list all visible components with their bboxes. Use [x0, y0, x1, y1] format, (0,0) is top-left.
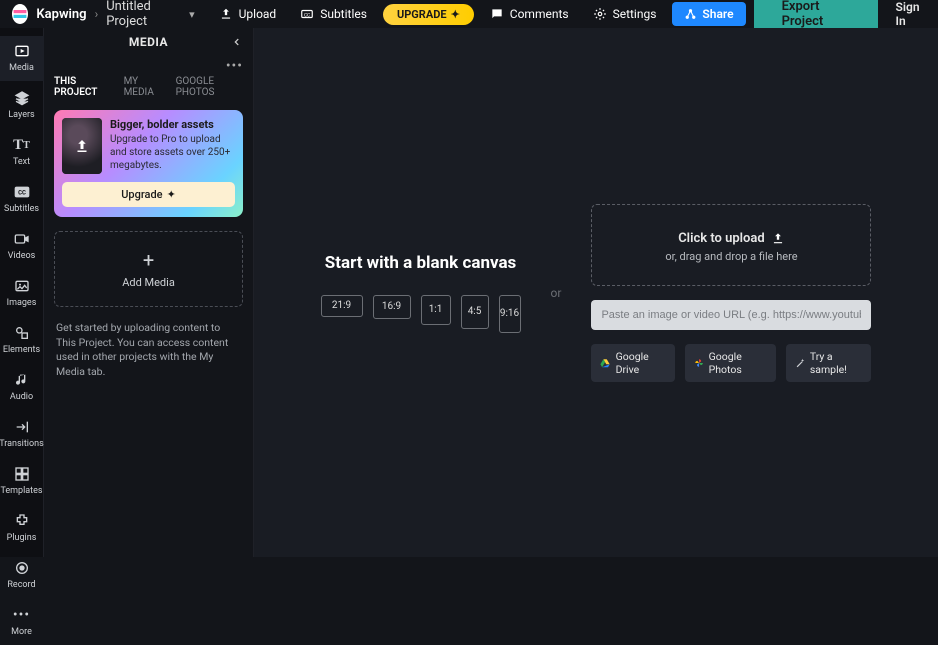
sign-in-link[interactable]: Sign In [896, 0, 926, 28]
rail-transitions[interactable]: Transitions [0, 412, 44, 457]
ratio-1-1[interactable]: 1:1 [421, 295, 451, 325]
tool-rail: Media Layers TT Text CC Subtitles Videos… [0, 28, 44, 557]
google-photos-icon [694, 357, 704, 369]
share-icon [684, 8, 697, 21]
settings-button[interactable]: Settings [585, 3, 665, 25]
google-drive-button[interactable]: Google Drive [591, 344, 674, 382]
promo-upgrade-button[interactable]: Upgrade ✦ [62, 182, 235, 207]
or-separator: or [551, 286, 562, 300]
ratio-4-5[interactable]: 4:5 [461, 295, 489, 329]
videos-icon [13, 230, 31, 248]
promo-title: Bigger, bolder assets [110, 118, 235, 131]
breadcrumb-separator: › [95, 7, 99, 21]
upgrade-promo-card: Bigger, bolder assets Upgrade to Pro to … [54, 110, 243, 217]
dropzone-subtitle: or, drag and drop a file here [600, 250, 862, 263]
transitions-icon [13, 418, 31, 436]
rail-media[interactable]: Media [0, 36, 44, 81]
sparkle-icon: ✦ [167, 188, 176, 201]
google-photos-button[interactable]: Google Photos [685, 344, 776, 382]
audio-icon [13, 371, 31, 389]
comments-button[interactable]: Comments [482, 3, 577, 25]
upload-icon [219, 7, 233, 21]
layers-icon [13, 89, 31, 107]
brand-name: Kapwing [36, 7, 86, 22]
upload-dropzone[interactable]: Click to upload or, drag and drop a file… [591, 204, 871, 286]
google-drive-icon [600, 357, 610, 369]
tab-this-project[interactable]: THIS PROJECT [54, 76, 112, 98]
blank-canvas-title: Start with a blank canvas [321, 253, 521, 273]
svg-text:CC: CC [18, 190, 26, 197]
upload-button[interactable]: Upload [211, 3, 285, 25]
kapwing-logo[interactable] [12, 4, 28, 24]
share-button[interactable]: Share [672, 2, 745, 26]
elements-icon [13, 324, 31, 342]
rail-more[interactable]: ••• More [0, 600, 44, 645]
plus-icon: + [143, 250, 154, 270]
sparkle-icon: ✦ [451, 8, 460, 21]
tab-my-media[interactable]: MY MEDIA [124, 76, 164, 98]
rail-text[interactable]: TT Text [0, 130, 44, 175]
rail-templates[interactable]: Templates [0, 459, 44, 504]
svg-text:CC: CC [304, 12, 310, 18]
chevron-left-icon [232, 37, 242, 47]
rail-subtitles[interactable]: CC Subtitles [0, 177, 44, 222]
upload-icon [771, 231, 785, 245]
subtitles-icon: CC [13, 183, 31, 201]
ratio-21-9[interactable]: 21:9 [321, 295, 363, 317]
rail-elements[interactable]: Elements [0, 318, 44, 363]
panel-more-button[interactable]: ••• [44, 56, 253, 76]
ratio-16-9[interactable]: 16:9 [373, 295, 411, 319]
project-menu-chevron-icon[interactable]: ▾ [189, 8, 195, 21]
rail-plugins[interactable]: Plugins [0, 506, 44, 551]
rail-audio[interactable]: Audio [0, 365, 44, 410]
url-input[interactable] [591, 300, 871, 330]
ratio-9-16[interactable]: 9:16 [499, 295, 521, 333]
collapse-panel-button[interactable] [227, 32, 247, 52]
upgrade-pill[interactable]: UPGRADE ✦ [383, 4, 474, 25]
plugins-icon [13, 512, 31, 530]
dropzone-title: Click to upload [678, 231, 765, 246]
images-icon [13, 277, 31, 295]
rail-layers[interactable]: Layers [0, 83, 44, 128]
cc-icon: CC [300, 7, 314, 21]
rail-videos[interactable]: Videos [0, 224, 44, 269]
rail-record[interactable]: Record [0, 553, 44, 598]
rail-images[interactable]: Images [0, 271, 44, 316]
templates-icon [13, 465, 31, 483]
promo-description: Upgrade to Pro to upload and store asset… [110, 133, 235, 172]
media-panel: MEDIA ••• THIS PROJECT MY MEDIA GOOGLE P… [44, 28, 254, 557]
try-sample-button[interactable]: Try a sample! [786, 344, 872, 382]
text-icon: TT [13, 136, 31, 154]
media-icon [13, 42, 31, 60]
promo-thumbnail [62, 118, 102, 174]
tab-google-photos[interactable]: GOOGLE PHOTOS [176, 76, 243, 98]
upload-arrow-icon [73, 137, 91, 155]
panel-title: MEDIA [129, 35, 168, 49]
add-media-button[interactable]: + Add Media [54, 231, 243, 307]
more-icon: ••• [13, 606, 31, 624]
panel-helper-text: Get started by uploading content to This… [56, 321, 241, 380]
comment-icon [490, 7, 504, 21]
wand-icon [795, 357, 805, 369]
record-icon [13, 559, 31, 577]
subtitles-button[interactable]: CC Subtitles [292, 3, 375, 25]
project-name[interactable]: Untitled Project [106, 0, 179, 29]
gear-icon [593, 7, 607, 21]
canvas-area: Start with a blank canvas 21:9 16:9 1:1 … [254, 28, 938, 557]
